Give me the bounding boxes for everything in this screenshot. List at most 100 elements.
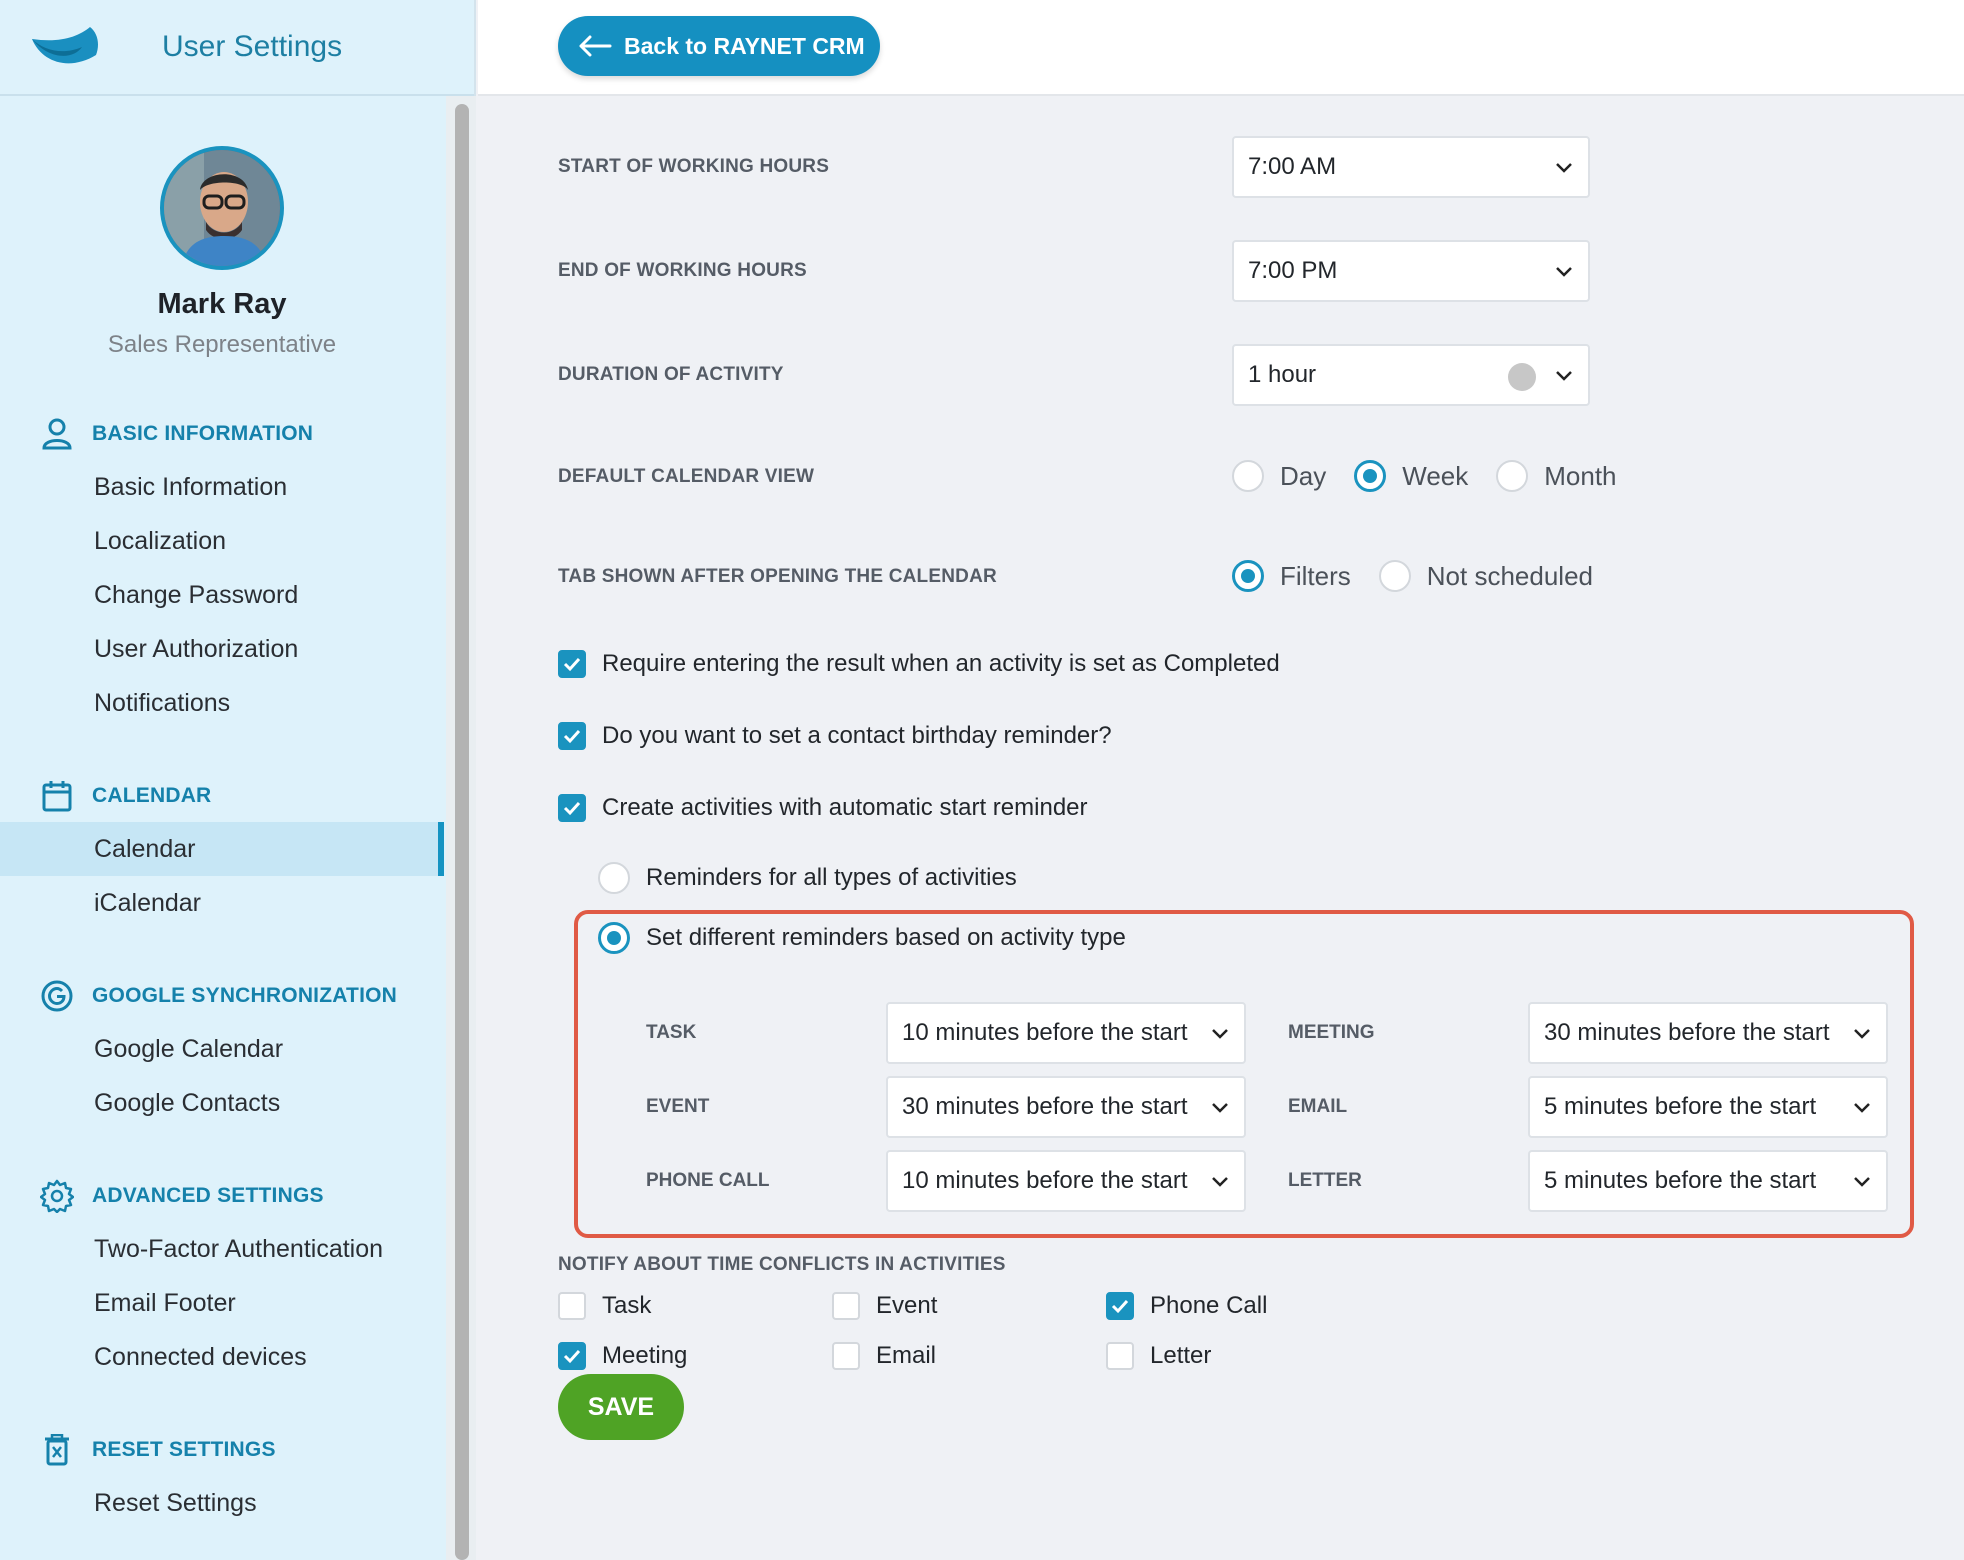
conflict-event-row[interactable]: Event bbox=[832, 1292, 937, 1320]
sidebar-item-connected-devices[interactable]: Connected devices bbox=[0, 1330, 444, 1384]
phone-call-reminder-select[interactable]: 10 minutes before the start bbox=[886, 1150, 1246, 1212]
tab-shown-not-scheduled-option[interactable]: Not scheduled bbox=[1378, 560, 1593, 592]
nav-head-reset-settings: RESET SETTINGS bbox=[0, 1430, 444, 1470]
check-icon bbox=[563, 657, 581, 672]
email-reminder-label: EMAIL bbox=[1288, 1096, 1348, 1117]
conflict-email-row[interactable]: Email bbox=[832, 1342, 936, 1370]
calendar-view-day-option[interactable]: Day bbox=[1232, 460, 1326, 492]
nav-section-google-synchronization: GOOGLE SYNCHRONIZATION Google Calendar G… bbox=[0, 976, 444, 1130]
avatar[interactable] bbox=[160, 146, 284, 270]
start-hours-select[interactable]: 7:00 AM bbox=[1232, 136, 1590, 198]
require-result-checkbox[interactable] bbox=[558, 650, 586, 678]
sidebar-item-google-calendar[interactable]: Google Calendar bbox=[0, 1022, 444, 1076]
conflict-task-row[interactable]: Task bbox=[558, 1292, 651, 1320]
nav-head-basic-information: BASIC INFORMATION bbox=[0, 414, 444, 454]
save-button[interactable]: SAVE bbox=[558, 1374, 684, 1440]
check-icon bbox=[1111, 1299, 1129, 1314]
calendar-view-radio-group: Day Week Month bbox=[1232, 460, 1645, 492]
conflict-phone-call-checkbox[interactable] bbox=[1106, 1292, 1134, 1320]
email-reminder-select[interactable]: 5 minutes before the start bbox=[1528, 1076, 1888, 1138]
nav-section-calendar: CALENDAR Calendar iCalendar bbox=[0, 776, 444, 930]
duration-value: 1 hour bbox=[1248, 361, 1317, 388]
conflict-meeting-row[interactable]: Meeting bbox=[558, 1342, 687, 1370]
letter-reminder-label: LETTER bbox=[1288, 1170, 1362, 1191]
phone-call-reminder-label: PHONE CALL bbox=[646, 1170, 770, 1191]
nav-head-google-synchronization: GOOGLE SYNCHRONIZATION bbox=[0, 976, 444, 1016]
sidebar-item-localization[interactable]: Localization bbox=[0, 514, 444, 568]
end-hours-select[interactable]: 7:00 PM bbox=[1232, 240, 1590, 302]
sidebar-header: User Settings bbox=[0, 0, 474, 96]
raynet-logo-icon bbox=[32, 27, 98, 64]
sidebar-item-two-factor-authentication[interactable]: Two-Factor Authentication bbox=[0, 1222, 444, 1276]
sidebar-scrollbar[interactable] bbox=[446, 96, 476, 1560]
sidebar-scrollbar-thumb[interactable] bbox=[455, 104, 469, 1560]
arrow-left-icon bbox=[579, 35, 612, 57]
calendar-view-week-option[interactable]: Week bbox=[1354, 460, 1468, 492]
tab-shown-label: TAB SHOWN AFTER OPENING THE CALENDAR bbox=[558, 566, 997, 587]
conflicts-label: NOTIFY ABOUT TIME CONFLICTS IN ACTIVITIE… bbox=[558, 1254, 1006, 1275]
calendar-view-month-option[interactable]: Month bbox=[1496, 460, 1617, 492]
sidebar-item-email-footer[interactable]: Email Footer bbox=[0, 1276, 444, 1330]
nav-section-advanced-settings: ADVANCED SETTINGS Two-Factor Authenticat… bbox=[0, 1176, 444, 1384]
chevron-down-icon bbox=[1854, 1103, 1870, 1113]
chevron-down-icon bbox=[1212, 1029, 1228, 1039]
radio-reminders-all-types[interactable] bbox=[598, 862, 630, 894]
radio-filters[interactable] bbox=[1232, 560, 1264, 592]
sidebar-item-reset-settings[interactable]: Reset Settings bbox=[0, 1476, 444, 1530]
conflict-meeting-checkbox[interactable] bbox=[558, 1342, 586, 1370]
clear-value-icon[interactable] bbox=[1508, 363, 1536, 391]
chevron-down-icon bbox=[1854, 1029, 1870, 1039]
event-reminder-select[interactable]: 30 minutes before the start bbox=[886, 1076, 1246, 1138]
reminder-by-type-option[interactable]: Set different reminders based on activit… bbox=[598, 922, 1126, 954]
gear-icon bbox=[40, 1179, 74, 1213]
profile-name: Mark Ray bbox=[157, 288, 287, 320]
check-icon bbox=[563, 1349, 581, 1364]
tab-shown-filters-option[interactable]: Filters bbox=[1232, 560, 1351, 592]
task-reminder-label: TASK bbox=[646, 1022, 697, 1043]
duration-select[interactable]: 1 hour bbox=[1232, 344, 1590, 406]
start-hours-value: 7:00 AM bbox=[1248, 153, 1337, 180]
nav-section-reset-settings: RESET SETTINGS Reset Settings bbox=[0, 1430, 444, 1530]
automatic-reminder-checkbox[interactable] bbox=[558, 794, 586, 822]
check-icon bbox=[563, 729, 581, 744]
automatic-reminder-checkbox-row[interactable]: Create activities with automatic start r… bbox=[558, 794, 1088, 822]
reminder-all-types-option[interactable]: Reminders for all types of activities bbox=[598, 862, 1017, 894]
sidebar-item-google-contacts[interactable]: Google Contacts bbox=[0, 1076, 444, 1130]
radio-reminders-by-type[interactable] bbox=[598, 922, 630, 954]
sidebar-item-change-password[interactable]: Change Password bbox=[0, 568, 444, 622]
back-to-crm-button[interactable]: Back to RAYNET CRM bbox=[558, 16, 880, 76]
check-icon bbox=[563, 801, 581, 816]
conflict-letter-row[interactable]: Letter bbox=[1106, 1342, 1211, 1370]
sidebar-item-basic-information[interactable]: Basic Information bbox=[0, 460, 444, 514]
conflict-email-checkbox[interactable] bbox=[832, 1342, 860, 1370]
avatar-photo-icon bbox=[164, 150, 280, 266]
birthday-reminder-checkbox[interactable] bbox=[558, 722, 586, 750]
chevron-down-icon bbox=[1556, 267, 1572, 277]
start-hours-label: START OF WORKING HOURS bbox=[558, 156, 830, 177]
conflict-event-checkbox[interactable] bbox=[832, 1292, 860, 1320]
duration-label: DURATION OF ACTIVITY bbox=[558, 364, 784, 385]
sidebar-item-user-authorization[interactable]: User Authorization bbox=[0, 622, 444, 676]
letter-reminder-select[interactable]: 5 minutes before the start bbox=[1528, 1150, 1888, 1212]
sidebar-item-notifications[interactable]: Notifications bbox=[0, 676, 444, 730]
birthday-reminder-checkbox-row[interactable]: Do you want to set a contact birthday re… bbox=[558, 722, 1112, 750]
task-reminder-select[interactable]: 10 minutes before the start bbox=[886, 1002, 1246, 1064]
event-reminder-label: EVENT bbox=[646, 1096, 710, 1117]
radio-month[interactable] bbox=[1496, 460, 1529, 492]
chevron-down-icon bbox=[1212, 1177, 1228, 1187]
radio-not-scheduled[interactable] bbox=[1378, 560, 1411, 592]
calendar-settings-form: START OF WORKING HOURS 7:00 AM END OF WO… bbox=[478, 98, 1964, 1560]
meeting-reminder-select[interactable]: 30 minutes before the start bbox=[1528, 1002, 1888, 1064]
conflict-letter-checkbox[interactable] bbox=[1106, 1342, 1134, 1370]
tab-shown-radio-group: Filters Not scheduled bbox=[1232, 560, 1621, 592]
radio-week[interactable] bbox=[1354, 460, 1387, 492]
nav-head-calendar: CALENDAR bbox=[0, 776, 444, 816]
conflict-phone-call-row[interactable]: Phone Call bbox=[1106, 1292, 1267, 1320]
end-hours-value: 7:00 PM bbox=[1248, 257, 1338, 284]
require-result-checkbox-row[interactable]: Require entering the result when an acti… bbox=[558, 650, 1280, 678]
conflict-task-checkbox[interactable] bbox=[558, 1292, 586, 1320]
radio-day[interactable] bbox=[1232, 460, 1264, 492]
meeting-reminder-label: MEETING bbox=[1288, 1022, 1375, 1043]
sidebar-item-icalendar[interactable]: iCalendar bbox=[0, 876, 444, 930]
sidebar-item-calendar[interactable]: Calendar bbox=[0, 822, 444, 876]
